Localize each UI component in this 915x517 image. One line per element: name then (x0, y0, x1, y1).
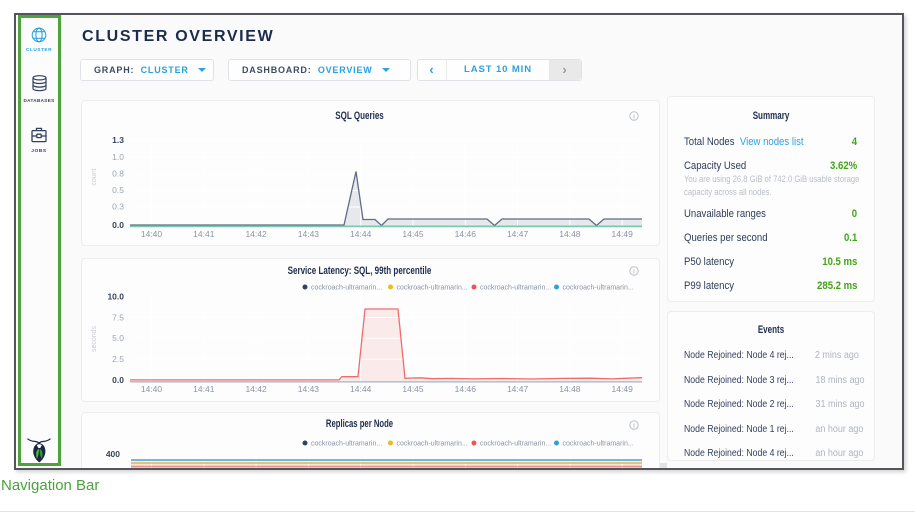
svg-text:14:43: 14:43 (298, 229, 320, 239)
svg-text:2.5: 2.5 (112, 354, 124, 364)
svg-text:14:46: 14:46 (455, 384, 477, 394)
svg-text:14:48: 14:48 (559, 384, 581, 394)
svg-text:i: i (633, 423, 634, 430)
svg-text:0.3: 0.3 (112, 202, 124, 212)
svg-text:14:41: 14:41 (193, 384, 215, 394)
svg-text:14:46: 14:46 (455, 229, 477, 239)
svg-text:14:47: 14:47 (507, 384, 529, 394)
svg-text:cockroach-ultramarin...: cockroach-ultramarin... (397, 441, 468, 448)
svg-text:0.5: 0.5 (112, 185, 124, 195)
svg-text:cockroach-ultramarin...: cockroach-ultramarin... (311, 285, 382, 292)
svg-text:14:40: 14:40 (141, 384, 163, 394)
svg-text:14:48: 14:48 (559, 229, 581, 239)
svg-text:5.0: 5.0 (112, 333, 124, 343)
svg-text:14:44: 14:44 (350, 229, 372, 239)
svg-text:0.0: 0.0 (112, 375, 124, 385)
svg-text:14:49: 14:49 (612, 384, 634, 394)
svg-text:14:47: 14:47 (507, 229, 529, 239)
svg-text:seconds: seconds (91, 325, 98, 352)
svg-text:0.8: 0.8 (112, 169, 124, 179)
svg-text:cockroach-ultramarin...: cockroach-ultramarin... (480, 441, 551, 448)
svg-text:7.5: 7.5 (112, 312, 124, 322)
svg-text:1.0: 1.0 (112, 152, 124, 162)
svg-text:0.0: 0.0 (112, 220, 124, 230)
svg-text:cockroach-ultramarin...: cockroach-ultramarin... (311, 441, 382, 448)
svg-text:14:45: 14:45 (402, 384, 424, 394)
svg-text:10.0: 10.0 (107, 292, 124, 302)
svg-text:14:41: 14:41 (193, 229, 215, 239)
svg-text:14:43: 14:43 (298, 384, 320, 394)
svg-text:i: i (633, 114, 634, 121)
svg-text:1.3: 1.3 (112, 135, 124, 145)
svg-text:cockroach-ultramarin...: cockroach-ultramarin... (563, 441, 634, 448)
svg-text:count: count (91, 168, 98, 185)
svg-text:i: i (633, 269, 634, 276)
svg-text:400: 400 (106, 449, 120, 459)
svg-text:cockroach-ultramarin...: cockroach-ultramarin... (480, 285, 551, 292)
svg-text:cockroach-ultramarin...: cockroach-ultramarin... (397, 285, 468, 292)
svg-text:14:45: 14:45 (402, 229, 424, 239)
svg-text:14:42: 14:42 (245, 384, 267, 394)
svg-text:cockroach-ultramarin...: cockroach-ultramarin... (563, 285, 634, 292)
svg-text:14:42: 14:42 (245, 229, 267, 239)
svg-text:14:44: 14:44 (350, 384, 372, 394)
svg-text:14:40: 14:40 (141, 229, 163, 239)
svg-text:14:49: 14:49 (612, 229, 634, 239)
